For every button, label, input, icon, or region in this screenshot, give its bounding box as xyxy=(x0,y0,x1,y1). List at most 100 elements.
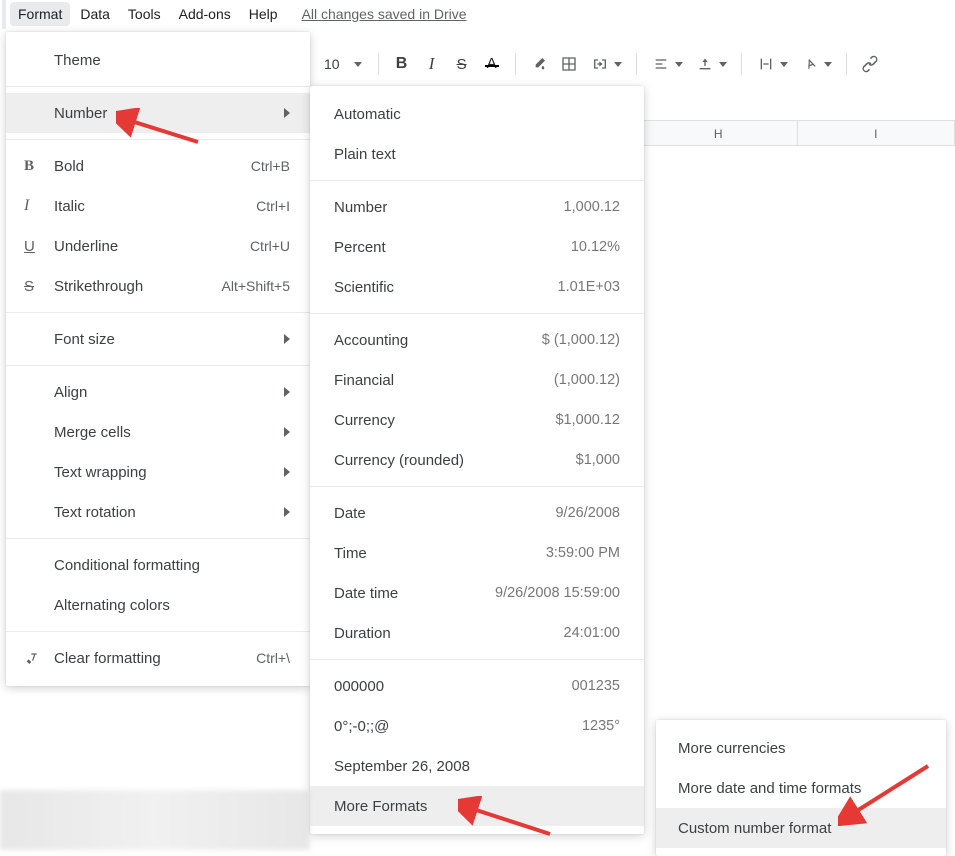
menu-item-align[interactable]: Align xyxy=(6,372,310,412)
menu-data[interactable]: Data xyxy=(72,2,118,26)
menu-item-label: More date and time formats xyxy=(678,780,861,797)
italic-icon: I xyxy=(24,197,54,215)
menu-item-label: More currencies xyxy=(678,740,786,757)
num-label: 0°;-0;;@ xyxy=(334,718,389,735)
num-label: Financial xyxy=(334,372,394,389)
column-header[interactable]: I xyxy=(798,121,955,145)
number-item-scientific[interactable]: Scientific 1.01E+03 xyxy=(310,267,644,307)
text-color-button[interactable]: A xyxy=(479,50,505,78)
toolbar-separator xyxy=(515,53,516,75)
menu-item-italic[interactable]: I Italic Ctrl+I xyxy=(6,186,310,226)
number-item-accounting[interactable]: Accounting $ (1,000.12) xyxy=(310,320,644,360)
submenu-arrow-icon xyxy=(284,108,290,118)
text-wrap-button[interactable] xyxy=(752,50,792,78)
font-size-selector[interactable]: 10 xyxy=(318,52,368,76)
menubar: Format Data Tools Add-ons Help All chang… xyxy=(0,0,955,30)
submenu-arrow-icon xyxy=(284,427,290,437)
num-label: Scientific xyxy=(334,279,394,296)
submenu-arrow-icon xyxy=(284,467,290,477)
menu-item-bold[interactable]: B Bold Ctrl+B xyxy=(6,146,310,186)
menu-item-label: Number xyxy=(54,105,276,122)
number-item-custom-1[interactable]: 000000 001235 xyxy=(310,666,644,706)
menu-separator xyxy=(310,313,644,314)
number-item-financial[interactable]: Financial (1,000.12) xyxy=(310,360,644,400)
saved-status[interactable]: All changes saved in Drive xyxy=(302,6,467,22)
column-header[interactable]: H xyxy=(640,121,798,145)
menu-item-underline[interactable]: U Underline Ctrl+U xyxy=(6,226,310,266)
more-formats-datetime[interactable]: More date and time formats xyxy=(656,768,946,808)
num-sample: $1,000.12 xyxy=(555,412,620,428)
menu-separator xyxy=(6,538,310,539)
menu-separator xyxy=(310,180,644,181)
num-label: Plain text xyxy=(334,146,396,163)
menu-tools[interactable]: Tools xyxy=(120,2,169,26)
number-item-date[interactable]: Date 9/26/2008 xyxy=(310,493,644,533)
number-item-number[interactable]: Number 1,000.12 xyxy=(310,187,644,227)
fill-color-button[interactable] xyxy=(526,50,552,78)
horizontal-align-button[interactable] xyxy=(647,50,687,78)
bold-button[interactable]: B xyxy=(389,50,415,78)
toolbar-separator xyxy=(378,53,379,75)
number-item-custom-2[interactable]: 0°;-0;;@ 1235° xyxy=(310,706,644,746)
menu-item-font-size[interactable]: Font size xyxy=(6,319,310,359)
menu-item-conditional-formatting[interactable]: Conditional formatting xyxy=(6,545,310,585)
chevron-down-icon xyxy=(675,62,683,67)
number-item-currency-rounded[interactable]: Currency (rounded) $1,000 xyxy=(310,440,644,480)
chevron-down-icon xyxy=(824,62,832,67)
menu-item-shortcut: Ctrl+I xyxy=(256,198,290,214)
italic-button[interactable]: I xyxy=(419,50,445,78)
strikethrough-icon: S xyxy=(24,278,54,295)
number-item-more-formats[interactable]: More Formats xyxy=(310,786,644,826)
menu-separator xyxy=(6,631,310,632)
num-sample: (1,000.12) xyxy=(554,372,620,388)
num-label: Date time xyxy=(334,585,398,602)
num-sample: 1,000.12 xyxy=(564,199,620,215)
num-label: Automatic xyxy=(334,106,401,123)
menu-item-label: Italic xyxy=(54,198,256,215)
chevron-down-icon xyxy=(614,62,622,67)
chevron-down-icon xyxy=(719,62,727,67)
number-item-automatic[interactable]: Automatic xyxy=(310,94,644,134)
more-formats-submenu: More currencies More date and time forma… xyxy=(656,720,946,856)
number-item-date-time[interactable]: Date time 9/26/2008 15:59:00 xyxy=(310,573,644,613)
menu-item-clear-formatting[interactable]: Clear formatting Ctrl+\ xyxy=(6,638,310,678)
menu-item-label: Strikethrough xyxy=(54,278,222,295)
menu-item-text-wrapping[interactable]: Text wrapping xyxy=(6,452,310,492)
bold-icon: B xyxy=(24,158,54,175)
menu-help[interactable]: Help xyxy=(241,2,286,26)
more-formats-currencies[interactable]: More currencies xyxy=(656,728,946,768)
strikethrough-button[interactable]: S xyxy=(449,50,475,78)
num-label: Duration xyxy=(334,625,391,642)
number-item-custom-3[interactable]: September 26, 2008 xyxy=(310,746,644,786)
menu-format[interactable]: Format xyxy=(10,2,70,26)
insert-link-button[interactable] xyxy=(857,50,883,78)
menu-item-label: Bold xyxy=(54,158,251,175)
more-formats-custom-number[interactable]: Custom number format xyxy=(656,808,946,848)
menu-addons[interactable]: Add-ons xyxy=(171,2,239,26)
menu-item-alternating-colors[interactable]: Alternating colors xyxy=(6,585,310,625)
num-label: More Formats xyxy=(334,798,427,815)
number-item-time[interactable]: Time 3:59:00 PM xyxy=(310,533,644,573)
font-size-value: 10 xyxy=(324,56,340,72)
menu-item-shortcut: Ctrl+B xyxy=(251,158,290,174)
menu-item-label: Custom number format xyxy=(678,820,831,837)
chevron-down-icon xyxy=(780,62,788,67)
number-item-currency[interactable]: Currency $1,000.12 xyxy=(310,400,644,440)
merge-cells-button[interactable] xyxy=(586,50,626,78)
num-label: Percent xyxy=(334,239,386,256)
num-label: Currency (rounded) xyxy=(334,452,464,469)
number-item-percent[interactable]: Percent 10.12% xyxy=(310,227,644,267)
menu-item-number[interactable]: Number xyxy=(6,93,310,133)
menu-item-label: Clear formatting xyxy=(54,650,256,667)
menu-item-merge-cells[interactable]: Merge cells xyxy=(6,412,310,452)
vertical-align-button[interactable] xyxy=(691,50,731,78)
menu-item-text-rotation[interactable]: Text rotation xyxy=(6,492,310,532)
menu-item-strikethrough[interactable]: S Strikethrough Alt+Shift+5 xyxy=(6,266,310,306)
menu-item-theme[interactable]: Theme xyxy=(6,40,310,80)
text-rotation-button[interactable] xyxy=(796,50,836,78)
number-item-duration[interactable]: Duration 24:01:00 xyxy=(310,613,644,653)
num-sample: $1,000 xyxy=(576,452,620,468)
borders-button[interactable] xyxy=(556,50,582,78)
num-label: Number xyxy=(334,199,387,216)
number-item-plain-text[interactable]: Plain text xyxy=(310,134,644,174)
